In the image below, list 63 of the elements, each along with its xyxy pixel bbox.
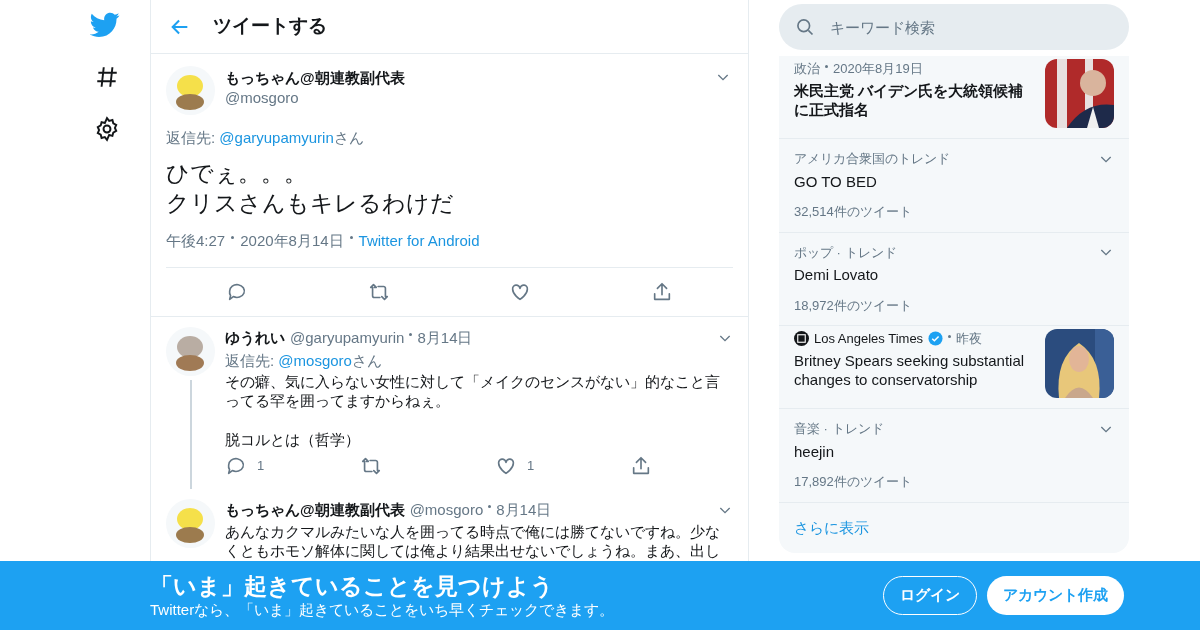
separator-dot-icon: [231, 235, 235, 239]
trend-title[interactable]: 米民主党 バイデン氏を大統領候補に正式指名: [794, 80, 1035, 119]
trend-category: 音楽 · トレンド: [794, 420, 884, 438]
signup-button[interactable]: アカウント作成: [987, 576, 1124, 615]
hashtag-icon[interactable]: [94, 64, 120, 90]
tweet-date[interactable]: 8月14日: [417, 327, 473, 350]
tweet-date[interactable]: 2020年8月14日: [240, 229, 344, 252]
trend-title[interactable]: Demi Lovato: [794, 264, 1114, 287]
trend-date: 2020年8月19日: [833, 60, 923, 78]
reply-icon[interactable]: [225, 455, 247, 477]
share-icon[interactable]: [630, 455, 652, 477]
heart-icon[interactable]: [495, 455, 517, 477]
tweet-count: 18,972件のツイート: [794, 296, 913, 315]
trend-title[interactable]: GO TO BED: [794, 170, 1114, 193]
separator-dot-icon: [488, 505, 492, 508]
tweet-date[interactable]: 8月14日: [496, 499, 552, 522]
separator-dot-icon: [409, 333, 413, 336]
show-more-link[interactable]: さらに表示: [779, 502, 1129, 553]
tweet-text: クリスさんもキレるわけだ: [166, 188, 455, 218]
banner-subtitle: Twitterなら、「いま」起きていることをいち早くチェックできます。: [150, 600, 616, 619]
mention-link[interactable]: @garyupamyurin: [219, 129, 334, 146]
trend-title[interactable]: Britney Spears seeking substantial changes to conservatorship: [794, 350, 1035, 389]
avatar[interactable]: [166, 499, 215, 548]
tweet-text: ひでぇ。。。: [166, 158, 308, 188]
tweet-text: 脱コルとは（哲学）: [225, 430, 361, 449]
trend-category: 政治: [794, 60, 820, 78]
avatar[interactable]: [166, 66, 215, 115]
tweet-count: 32,514件のツイート: [794, 203, 913, 221]
mention-link[interactable]: @mosgoro: [278, 351, 352, 369]
user-handle[interactable]: @mosgoro: [409, 499, 484, 522]
separator-dot-icon: [825, 65, 828, 68]
user-handle[interactable]: @mosgoro: [225, 88, 705, 108]
like-count: 1: [527, 457, 535, 476]
search-icon: [795, 17, 815, 37]
settings-icon[interactable]: [94, 116, 120, 142]
trend-category: ポップ · トレンド: [794, 243, 897, 262]
publisher-logo-icon: [794, 331, 809, 347]
user-name[interactable]: もっちゃん@朝連教副代表: [225, 68, 705, 88]
avatar[interactable]: [166, 327, 215, 376]
verified-badge-icon: [928, 331, 944, 347]
tweet-count: 17,892件のツイート: [794, 473, 913, 491]
search-field[interactable]: キーワード検索: [779, 4, 1129, 50]
trend-category: アメリカ合衆国のトレンド: [794, 150, 950, 168]
page-title: ツイートする: [213, 14, 327, 39]
reply-to-text: 返信先: @mosgoroさん: [225, 350, 383, 371]
separator-dot-icon: [948, 335, 952, 338]
trend-category: Los Angeles Times: [814, 330, 924, 348]
reply-count: 1: [257, 457, 265, 476]
retweet-icon[interactable]: [367, 281, 390, 303]
user-name[interactable]: もっちゃん@朝連教副代表: [225, 499, 405, 522]
retweet-icon[interactable]: [360, 455, 382, 477]
user-name[interactable]: ゆうれい: [225, 327, 285, 350]
trend-date: 昨夜: [956, 330, 983, 348]
tweet-text: その癖、気に入らない女性に対して「メイクのセンスがない」的なこと言ってる罕を囲ってますからねぇ。: [225, 372, 721, 410]
trend-title[interactable]: heejin: [794, 440, 1114, 463]
separator-dot-icon: [349, 235, 353, 239]
user-handle[interactable]: @garyupamyurin: [290, 327, 405, 350]
tweet-text: あんなカクマルみたいな人を囲ってる時点で俺には勝てないですね。少なくともホモソ解体に関しては俺より結果出せないでしょうね。まあ、出し: [225, 521, 721, 560]
reply-to-text: 返信先: @garyupamyurinさん: [166, 128, 365, 148]
source-link[interactable]: Twitter for Android: [358, 229, 480, 252]
tweet-time[interactable]: 午後4:27: [166, 229, 226, 252]
bird-logo-icon[interactable]: [90, 12, 120, 38]
banner-title: 「いま」起きていることを見つけよう: [150, 572, 555, 600]
